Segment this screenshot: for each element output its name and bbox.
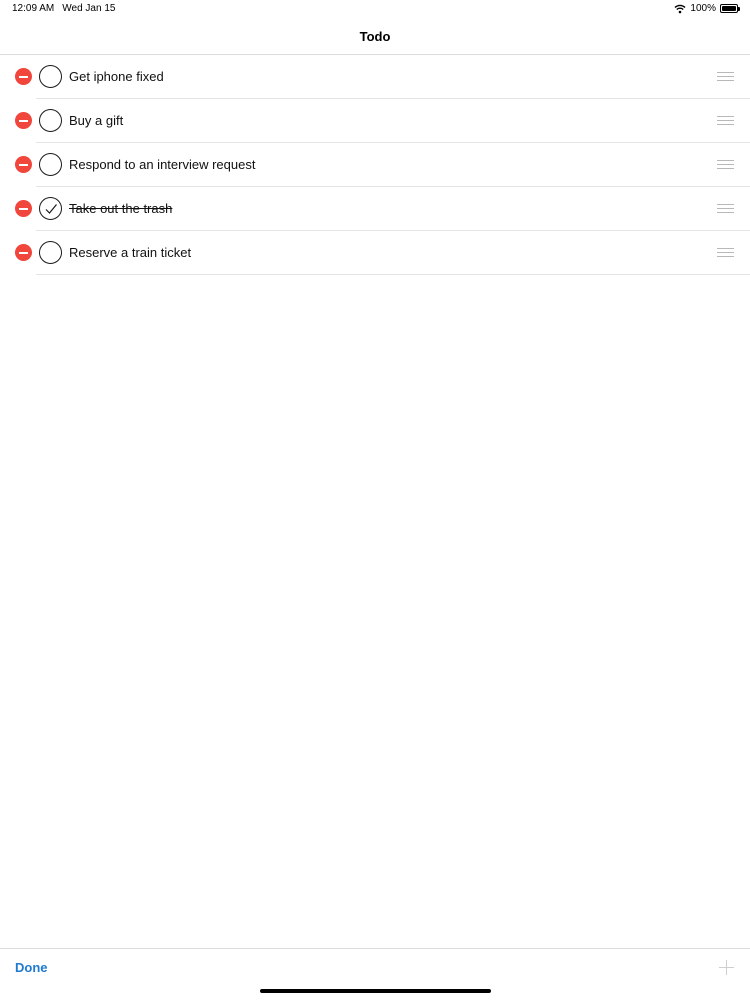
row-separator [36,274,750,275]
todo-row[interactable]: Get iphone fixed [0,55,750,99]
status-date: Wed Jan 15 [62,3,116,14]
plus-icon[interactable] [719,960,734,975]
battery-fill [722,6,736,11]
drag-handle-icon[interactable] [717,72,734,83]
todo-label: Get iphone fixed [69,69,164,84]
delete-icon[interactable] [15,68,32,85]
drag-handle-icon[interactable] [717,248,734,259]
wifi-icon [674,4,686,13]
checkbox-circle-icon[interactable] [39,65,62,88]
drag-handle-icon[interactable] [717,160,734,171]
todo-label: Reserve a train ticket [69,245,192,260]
todo-label: Buy a gift [69,113,124,128]
delete-icon[interactable] [15,112,32,129]
drag-handle-icon[interactable] [717,204,734,215]
checkbox-circle-icon[interactable] [39,109,62,132]
screen: 12:09 AM Wed Jan 15 100% Todo Get iphone… [0,0,750,1000]
checkbox-circle-icon[interactable] [39,241,62,264]
checkmark-icon [45,203,57,214]
done-button[interactable]: Done [15,960,48,975]
status-right: 100% [674,3,740,14]
battery-percent: 100% [690,3,716,14]
todo-label: Take out the trash [69,201,173,216]
status-time: 12:09 AM [12,3,55,14]
status-bar: 12:09 AM Wed Jan 15 100% [0,0,750,18]
nav-bar: Todo [0,18,750,55]
battery-icon [720,4,740,13]
todo-list: Get iphone fixed Buy a gift Respond to a… [0,55,750,275]
todo-label: Respond to an interview request [69,157,256,172]
status-left: 12:09 AM Wed Jan 15 [12,3,115,14]
page-title: Todo [359,28,391,44]
drag-handle-icon[interactable] [717,116,734,127]
todo-row[interactable]: Respond to an interview request [0,143,750,187]
checkmark-circle-icon[interactable] [39,197,62,220]
delete-icon[interactable] [15,200,32,217]
todo-row[interactable]: Buy a gift [0,99,750,143]
todo-row[interactable]: Take out the trash [0,187,750,231]
delete-icon[interactable] [15,244,32,261]
todo-row[interactable]: Reserve a train ticket [0,231,750,275]
home-indicator[interactable] [260,989,491,993]
delete-icon[interactable] [15,156,32,173]
checkbox-circle-icon[interactable] [39,153,62,176]
